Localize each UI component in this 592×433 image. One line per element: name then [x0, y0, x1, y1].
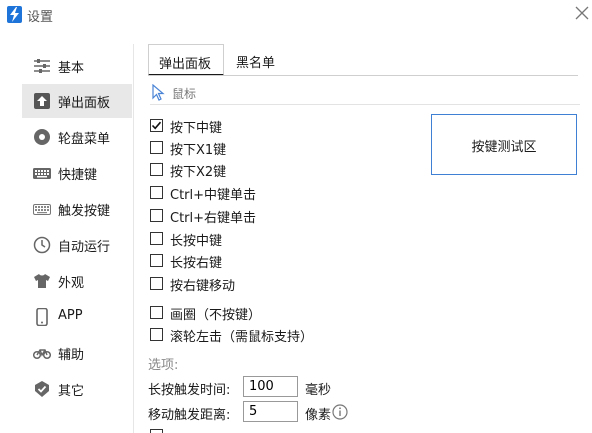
wheel-icon — [34, 129, 50, 145]
close-icon[interactable] — [574, 5, 590, 21]
sidebar-item-label: 外观 — [58, 276, 85, 291]
checkbox-label: 按下X1键 — [170, 143, 227, 158]
checkbox-box[interactable] — [150, 141, 163, 154]
option-label: 长按触发时间: — [148, 383, 231, 398]
option-unit: 毫秒 — [305, 383, 332, 398]
clock-icon — [33, 236, 51, 254]
section-title: 鼠标 — [172, 87, 197, 101]
checkbox-box[interactable] — [150, 186, 163, 199]
tab-underline — [148, 75, 578, 76]
checkbox-label: 按右键移动 — [170, 279, 236, 294]
tab-blacklist[interactable]: 黑名单 — [236, 44, 296, 76]
checkbox-box[interactable] — [150, 232, 163, 245]
shirt-icon — [34, 274, 50, 288]
checkbox-label: 长按右键 — [170, 256, 223, 271]
key-test-area[interactable]: 按键测试区 — [431, 114, 577, 175]
checkbox-label: 滚轮左击（需鼠标支持） — [170, 330, 314, 345]
sidebar-item-label: 快捷键 — [58, 168, 98, 183]
sliders-icon — [34, 59, 50, 73]
info-icon[interactable] — [332, 404, 348, 420]
checkbox-box[interactable] — [150, 119, 163, 132]
key-test-label: 按键测试区 — [471, 140, 537, 155]
checkbox-label: 按下X2键 — [170, 165, 227, 180]
title-bar: 设置 — [0, 0, 592, 30]
tab-popup-panel[interactable]: 弹出面板 — [148, 44, 224, 76]
lightning-icon — [7, 6, 22, 23]
sidebar-item-wheel-menu[interactable]: 轮盘菜单 — [22, 120, 132, 154]
tab-bar: 弹出面板 黑名单 — [148, 44, 592, 76]
sidebar-item-label: 自动运行 — [58, 240, 111, 255]
sidebar-item-label: 触发按键 — [58, 204, 111, 219]
sidebar-item-popup-panel[interactable]: 弹出面板 — [22, 84, 132, 118]
checkbox-box[interactable] — [150, 209, 163, 222]
sidebar-item-assist[interactable]: 辅助 — [22, 336, 132, 370]
option-long-press-time: 长按触发时间: 毫秒 — [148, 376, 408, 398]
bicycle-icon — [33, 349, 51, 360]
sidebar-item-appearance[interactable]: 外观 — [22, 264, 132, 298]
phone-icon — [36, 308, 48, 326]
keyboard-outline-icon — [33, 204, 51, 215]
sidebar-item-label: 弹出面板 — [58, 96, 111, 111]
sidebar-divider — [133, 44, 134, 433]
checkbox-label: 按下中键 — [170, 121, 223, 136]
checkbox-label: Ctrl+中键单击 — [170, 188, 257, 203]
window-title: 设置 — [27, 10, 54, 25]
checkbox-box[interactable] — [150, 328, 163, 341]
options-title: 选项: — [148, 358, 179, 373]
cursor-icon — [152, 84, 165, 101]
option-move-distance: 移动触发距离: 像素 — [148, 401, 408, 423]
sidebar: 基本 弹出面板 轮盘菜单 快捷键 触发按键 自动运行 外观 APP 辅助 其它 — [0, 44, 134, 433]
checkmark-icon — [151, 121, 162, 130]
keyboard-icon — [33, 168, 51, 179]
sidebar-item-label: 辅助 — [58, 348, 85, 363]
sidebar-item-trigger-keys[interactable]: 触发按键 — [22, 192, 132, 226]
sidebar-item-other[interactable]: 其它 — [22, 372, 132, 406]
long-press-time-input[interactable] — [243, 376, 298, 397]
option-unit: 像素 — [305, 408, 332, 423]
checkbox-box[interactable] — [150, 254, 163, 267]
checkbox-label: 长按中键 — [170, 234, 223, 249]
check-badge-icon — [35, 381, 49, 397]
checkbox-label: 画圈（不按键） — [170, 308, 262, 323]
checkbox-box[interactable] — [150, 429, 163, 433]
sidebar-item-autorun[interactable]: 自动运行 — [22, 228, 132, 262]
sidebar-item-label: 其它 — [58, 384, 85, 399]
sidebar-item-label: APP — [58, 308, 83, 323]
upload-icon — [34, 93, 50, 109]
sidebar-item-basic[interactable]: 基本 — [22, 49, 132, 83]
checkbox-box[interactable] — [150, 306, 163, 319]
section-divider — [150, 104, 580, 105]
sidebar-item-hotkeys[interactable]: 快捷键 — [22, 156, 132, 190]
checkbox-box[interactable] — [150, 277, 163, 290]
sidebar-item-app[interactable]: APP — [22, 300, 132, 334]
sidebar-item-label: 基本 — [58, 61, 85, 76]
checkbox-partially-hidden — [148, 428, 448, 433]
checkbox-label: Ctrl+右键单击 — [170, 211, 257, 226]
move-distance-input[interactable] — [243, 401, 298, 422]
sidebar-item-label: 轮盘菜单 — [58, 132, 111, 147]
option-label: 移动触发距离: — [148, 408, 231, 423]
checkbox-box[interactable] — [150, 163, 163, 176]
